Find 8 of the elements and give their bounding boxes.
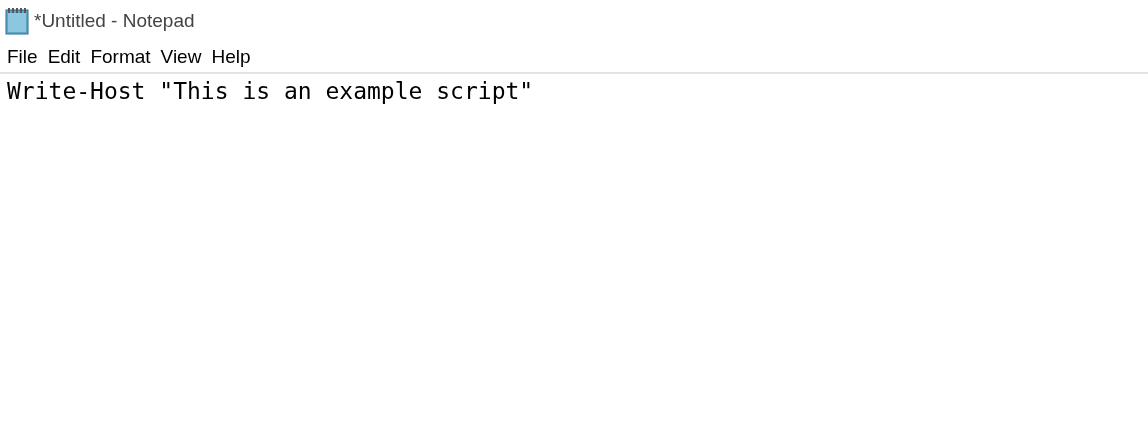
notepad-icon <box>4 7 30 35</box>
text-line: Write-Host "This is an example script" <box>7 77 535 106</box>
menu-item[interactable]: File <box>2 46 43 68</box>
menu-item[interactable]: View <box>155 46 207 68</box>
window-title: *Untitled - Notepad <box>34 10 195 32</box>
menu-item[interactable]: Format <box>85 46 156 68</box>
menu-item[interactable]: Edit <box>42 46 86 68</box>
menu-item[interactable]: Help <box>206 46 256 68</box>
